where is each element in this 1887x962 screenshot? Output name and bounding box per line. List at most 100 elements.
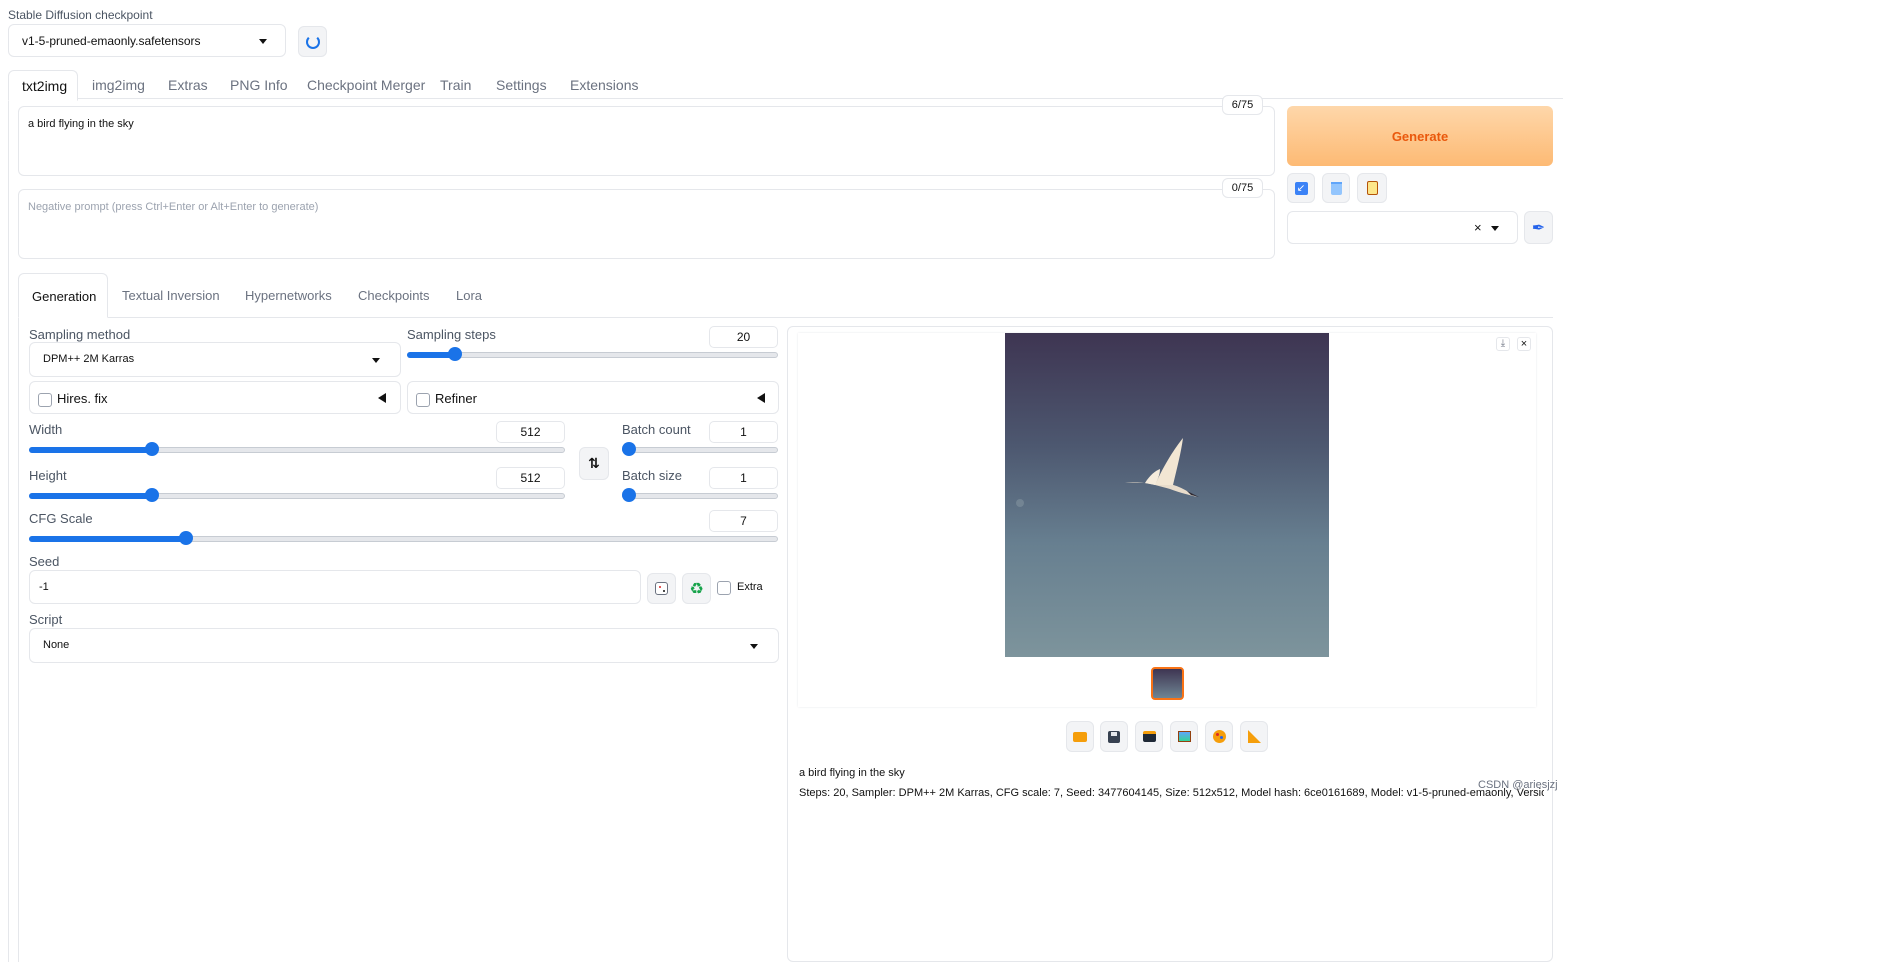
arrow-down-left-icon: ↙ [1294, 181, 1308, 195]
slider-thumb[interactable] [145, 442, 160, 456]
slider-thumb[interactable] [448, 347, 463, 361]
slider-fill [29, 447, 153, 453]
slider-track[interactable] [622, 447, 778, 453]
zip-button[interactable] [1135, 721, 1163, 752]
refiner-checkbox[interactable] [416, 393, 430, 407]
refiner-accordion[interactable]: Refiner [407, 381, 779, 414]
hires-fix-accordion[interactable]: Hires. fix [29, 381, 401, 414]
subtab-lora[interactable]: Lora [456, 288, 482, 303]
bird-image [1016, 438, 1199, 507]
sampling-method-dropdown[interactable]: DPM++ 2M Karras [29, 342, 401, 377]
checkpoint-label: Stable Diffusion checkpoint [8, 8, 153, 22]
seed-input[interactable]: -1 [29, 570, 641, 604]
sampling-method-value: DPM++ 2M Karras [43, 353, 135, 365]
gallery-thumbnail[interactable] [1151, 667, 1184, 700]
chevron-down-icon [372, 358, 380, 363]
subtab-generation[interactable]: Generation [18, 273, 108, 318]
batch-size-input[interactable]: 1 [709, 467, 778, 489]
slider-thumb[interactable] [145, 488, 160, 502]
height-slider[interactable] [29, 488, 565, 502]
folder-icon [1073, 731, 1087, 742]
clear-icon[interactable]: × [1474, 220, 1482, 235]
clear-prompt-button[interactable] [1322, 173, 1350, 203]
prompt-text: a bird flying in the sky [28, 118, 134, 130]
prompt-textarea[interactable]: a bird flying in the sky [18, 106, 1275, 176]
chevron-down-icon [259, 39, 267, 44]
negative-prompt-textarea[interactable]: Negative prompt (press Ctrl+Enter or Alt… [18, 189, 1275, 259]
edit-styles-button[interactable]: ✒ [1524, 211, 1553, 244]
batch-size-slider[interactable] [622, 488, 778, 502]
swap-arrows-icon: ⇅ [588, 455, 600, 471]
slider-fill [29, 493, 153, 499]
height-input[interactable]: 512 [496, 467, 565, 489]
watermark: CSDN @ariesjzj [1478, 779, 1558, 791]
tab-checkpoint-merger[interactable]: Checkpoint Merger [307, 77, 425, 93]
cfg-scale-input[interactable]: 7 [709, 510, 778, 532]
hires-fix-checkbox[interactable] [38, 393, 52, 407]
refresh-checkpoint-button[interactable] [298, 26, 327, 57]
slider-track[interactable] [407, 352, 778, 358]
script-label: Script [29, 612, 63, 627]
sampling-steps-input[interactable]: 20 [709, 326, 778, 348]
slider-thumb[interactable] [622, 488, 636, 502]
subtab-textual-inversion[interactable]: Textual Inversion [122, 288, 220, 303]
script-dropdown[interactable]: None [29, 628, 779, 663]
subtab-hypernetworks[interactable]: Hypernetworks [245, 288, 332, 303]
save-icon [1108, 730, 1120, 743]
batch-count-input[interactable]: 1 [709, 421, 778, 443]
width-slider[interactable] [29, 442, 565, 456]
tab-settings[interactable]: Settings [496, 77, 547, 93]
trash-icon [1330, 181, 1342, 195]
tab-png-info[interactable]: PNG Info [230, 77, 288, 93]
output-caption: a bird flying in the sky [799, 767, 905, 779]
reuse-seed-button[interactable]: ♻ [682, 573, 711, 604]
hires-fix-label: Hires. fix [57, 391, 108, 406]
send-to-extras-button[interactable] [1240, 721, 1268, 752]
collapse-arrow-icon [378, 393, 386, 403]
width-input[interactable]: 512 [496, 421, 565, 443]
recycle-icon: ♻ [689, 580, 704, 598]
subtab-checkpoints[interactable]: Checkpoints [358, 288, 430, 303]
slider-track[interactable] [622, 493, 778, 499]
generate-button[interactable]: Generate [1287, 106, 1553, 166]
paste-style-button[interactable] [1357, 173, 1387, 203]
batch-count-slider[interactable] [622, 442, 778, 456]
styles-dropdown[interactable]: × [1287, 211, 1518, 244]
slider-thumb[interactable] [179, 531, 194, 545]
close-icon[interactable]: × [1517, 337, 1531, 351]
send-to-img2img-button[interactable] [1170, 721, 1198, 752]
slider-thumb[interactable] [622, 442, 636, 456]
slider-fill [29, 536, 187, 542]
save-button[interactable] [1100, 721, 1128, 752]
download-icon[interactable]: ⤓ [1496, 337, 1510, 351]
checkpoint-dropdown[interactable]: v1-5-pruned-emaonly.safetensors [8, 24, 286, 57]
output-info: Steps: 20, Sampler: DPM++ 2M Karras, CFG… [799, 787, 1544, 799]
open-folder-button[interactable] [1066, 721, 1094, 752]
random-seed-button[interactable] [647, 573, 676, 604]
width-label: Width [29, 422, 63, 437]
chevron-down-icon [1491, 226, 1499, 231]
extra-seed-checkbox[interactable] [717, 581, 731, 595]
archive-icon [1142, 731, 1156, 742]
sampling-method-label: Sampling method [29, 327, 131, 342]
chevron-down-icon [750, 644, 758, 649]
tab-txt2img[interactable]: txt2img [8, 70, 78, 101]
tab-img2img[interactable]: img2img [92, 77, 145, 93]
main-tab-bar: txt2img img2img Extras PNG Info Checkpoi… [0, 70, 1887, 101]
generated-image[interactable] [1005, 333, 1329, 657]
send-to-inpaint-button[interactable] [1205, 721, 1233, 752]
batch-size-label: Batch size [622, 468, 682, 483]
read-params-button[interactable]: ↙ [1287, 173, 1315, 203]
palette-icon [1212, 730, 1226, 743]
clipboard-icon [1366, 181, 1378, 195]
tab-extensions[interactable]: Extensions [570, 77, 638, 93]
swap-dimensions-button[interactable]: ⇅ [579, 447, 609, 480]
batch-count-label: Batch count [622, 422, 691, 437]
sampling-steps-slider[interactable] [407, 347, 778, 361]
subtab-divider [18, 317, 1553, 318]
cfg-scale-slider[interactable] [29, 531, 778, 545]
tab-extras[interactable]: Extras [168, 77, 208, 93]
seed-label: Seed [29, 554, 60, 569]
tab-train[interactable]: Train [440, 77, 471, 93]
subpanel-left-border [18, 317, 19, 962]
